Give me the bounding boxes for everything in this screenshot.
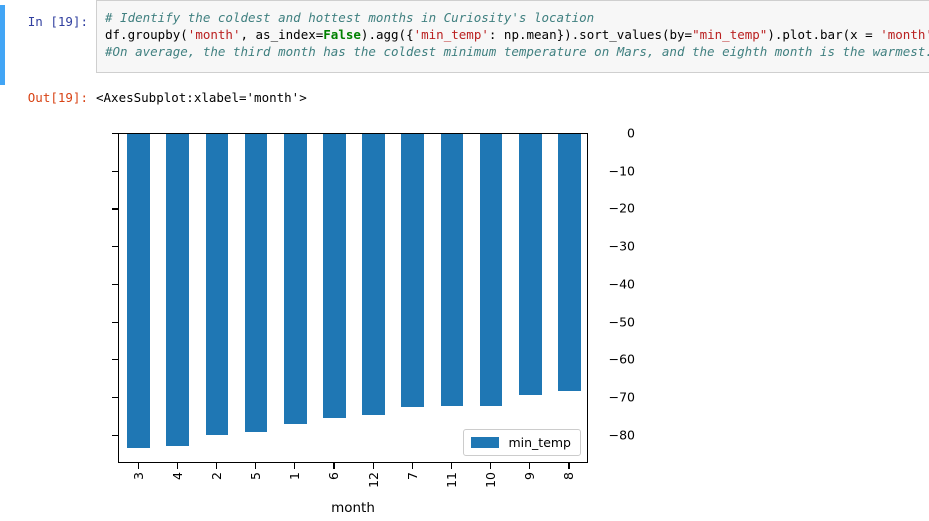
input-prompt-label: In [19]:: [27, 14, 88, 29]
output-prompt-label: Out[19]:: [27, 90, 88, 105]
x-tick-label: 1: [287, 472, 303, 480]
x-tick-label: 3: [130, 472, 146, 480]
x-tick-mark: [137, 463, 139, 469]
x-tick-label: 11: [443, 472, 459, 488]
x-tick-label: 8: [561, 472, 577, 480]
y-tick-label: 0: [627, 125, 635, 141]
bar: [401, 134, 425, 407]
y-tick-label: −60: [608, 351, 635, 367]
bar: [127, 134, 150, 449]
bar: [362, 134, 385, 415]
chart-legend: min_temp: [463, 429, 581, 456]
y-tick-label: −80: [608, 427, 635, 443]
code-editor[interactable]: # Identify the coldest and hottest month…: [96, 0, 929, 73]
x-tick-mark: [255, 463, 257, 469]
bar: [479, 134, 503, 406]
y-tick-label: −40: [608, 276, 635, 292]
x-tick-label: 7: [404, 472, 420, 480]
matplotlib-figure: min_temp 0 −10 −20 −30 −40 −50 −60 −70 −80 3 4 2 5 1…: [0, 118, 760, 518]
code-token-comment: # Identify the coldest and hottest month…: [105, 10, 595, 25]
legend-label: min_temp: [508, 435, 571, 450]
code-token-plain: ).agg({: [360, 27, 414, 42]
x-tick-label: 6: [326, 472, 342, 480]
code-token-plain: ).plot.bar(x =: [767, 27, 881, 42]
y-tick-mark: [112, 283, 118, 285]
x-tick-mark: [372, 463, 374, 469]
y-tick-mark: [112, 434, 118, 436]
y-tick-mark: [112, 246, 118, 248]
x-tick-mark: [176, 463, 178, 469]
x-tick-mark: [450, 463, 452, 469]
code-token-plain: : np.mean}).sort_values(by=: [488, 27, 693, 42]
x-tick-mark: [529, 463, 531, 469]
x-tick-mark: [333, 463, 335, 469]
output-area: Out[19]: <AxesSubplot:xlabel='month'>: [0, 90, 929, 105]
bars-layer: [119, 134, 587, 462]
x-tick-mark: [490, 463, 492, 469]
bar: [518, 134, 542, 395]
y-tick-label: −70: [608, 389, 635, 405]
x-tick-label: 12: [365, 472, 381, 488]
output-repr-text: <AxesSubplot:xlabel='month'>: [96, 90, 307, 105]
bar: [205, 134, 229, 436]
y-tick-mark: [112, 321, 118, 323]
code-token-string: 'min_temp': [413, 27, 489, 42]
x-tick-label: 10: [483, 472, 499, 488]
y-tick-label: −10: [608, 163, 635, 179]
bar: [283, 134, 307, 424]
code-token-comment: #On average, the third month has the col…: [105, 44, 929, 59]
x-tick-label: 2: [208, 472, 224, 480]
x-tick-label: 9: [522, 472, 538, 480]
notebook-cell: In [19]: # Identify the coldest and hott…: [0, 0, 929, 516]
x-tick-mark: [411, 463, 413, 469]
code-token-keyword: False: [323, 27, 361, 42]
x-tick-mark: [215, 463, 217, 469]
code-line: #On average, the third month has the col…: [105, 43, 929, 60]
plot-axes: min_temp: [118, 133, 588, 463]
bar: [323, 134, 346, 418]
y-tick-mark: [112, 397, 118, 399]
bar: [440, 134, 464, 406]
x-tick-label: 4: [169, 472, 185, 480]
code-line: df.groupby('month', as_index=False).agg(…: [105, 26, 929, 43]
bar: [166, 134, 190, 446]
x-axis-title: month: [331, 500, 375, 516]
y-tick-label: −20: [608, 200, 635, 216]
x-tick-mark: [568, 463, 570, 469]
y-tick-label: −50: [608, 314, 635, 330]
code-token-string: "min_temp": [692, 27, 768, 42]
code-token-plain: , as_index=: [240, 27, 324, 42]
y-tick-mark: [112, 359, 118, 361]
y-tick-mark: [112, 170, 118, 172]
bar: [558, 134, 581, 392]
cell-selected-indicator: [0, 5, 5, 85]
code-token-string: 'month': [880, 27, 929, 42]
x-tick-label: 5: [248, 472, 264, 480]
y-tick-mark: [112, 133, 118, 135]
bar: [244, 134, 268, 433]
y-tick-mark: [112, 208, 118, 210]
y-tick-label: −30: [608, 238, 635, 254]
x-tick-mark: [294, 463, 296, 469]
legend-swatch-min_temp: [471, 437, 500, 448]
code-input-cell[interactable]: In [19]: # Identify the coldest and hott…: [0, 0, 929, 85]
code-token-plain: df.groupby(: [105, 27, 188, 42]
code-line: # Identify the coldest and hottest month…: [105, 9, 929, 26]
code-token-string: 'month': [187, 27, 241, 42]
